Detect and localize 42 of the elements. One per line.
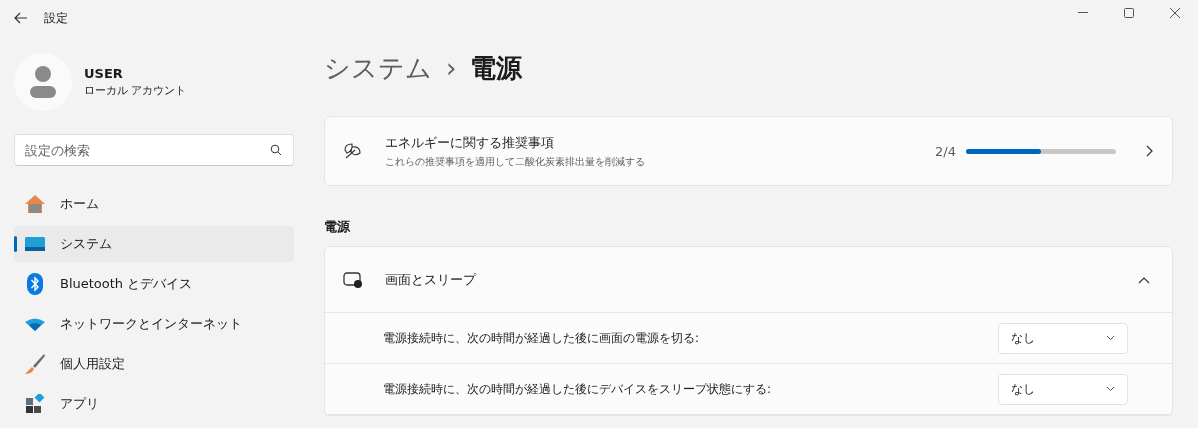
wifi-icon xyxy=(24,317,46,331)
maximize-icon xyxy=(1124,8,1134,18)
breadcrumb-separator: › xyxy=(446,53,457,83)
nav-item[interactable]: アプリ xyxy=(14,386,294,422)
nav-item[interactable]: 個人用設定 xyxy=(14,346,294,382)
back-arrow-icon[interactable] xyxy=(14,12,28,24)
screen-moon-icon xyxy=(343,270,363,289)
dropdown[interactable]: なし xyxy=(998,373,1128,405)
progress-count: 2/4 xyxy=(935,143,956,159)
card-subtitle: これらの推奨事項を適用して二酸化炭素排出量を削減する xyxy=(385,154,645,169)
leaf-icon xyxy=(343,141,363,161)
chevron-right-icon xyxy=(1146,145,1154,157)
minimize-icon xyxy=(1078,12,1088,14)
person-icon xyxy=(29,65,57,99)
chevron-up-icon xyxy=(1138,275,1150,284)
close-icon xyxy=(1170,8,1180,18)
nav-item[interactable]: ホーム xyxy=(14,186,294,222)
recommendation-card[interactable]: エネルギーに関する推奨事項 これらの推奨事項を適用して二酸化炭素排出量を削減する 2/4 xyxy=(324,116,1173,186)
monitor-icon xyxy=(24,236,46,252)
chevron-down-icon xyxy=(1106,386,1115,392)
selection-indicator xyxy=(14,236,17,252)
apps-icon xyxy=(25,394,45,414)
search-field[interactable]: 設定の検索 xyxy=(14,134,294,166)
card-title: エネルギーに関する推奨事項 xyxy=(385,133,555,152)
page-title: 電源 xyxy=(470,51,523,85)
nav-item[interactable]: ネットワークとインターネット xyxy=(14,306,294,342)
dropdown[interactable]: なし xyxy=(998,322,1128,354)
chevron-down-icon xyxy=(1106,335,1115,341)
section-title: 電源 xyxy=(324,218,351,236)
house-icon xyxy=(24,194,46,214)
bluetooth-icon xyxy=(27,273,43,295)
setting-label: 電源接続時に、次の時間が経過した後に画面の電源を切る: xyxy=(383,329,700,347)
paintbrush-icon xyxy=(24,353,46,375)
search-icon xyxy=(270,144,282,156)
nav-item[interactable]: Bluetooth とデバイス xyxy=(14,266,294,302)
account-type: ローカル アカウント xyxy=(84,83,187,98)
user-name: USER xyxy=(84,66,124,81)
breadcrumb-link[interactable]: システム xyxy=(324,50,432,86)
nav-item[interactable]: システム xyxy=(14,226,294,262)
panel-title: 画面とスリープ xyxy=(385,270,476,289)
setting-label: 電源接続時に、次の時間が経過した後にデバイスをスリープ状態にする: xyxy=(383,380,772,398)
window-title: 設定 xyxy=(44,9,68,27)
